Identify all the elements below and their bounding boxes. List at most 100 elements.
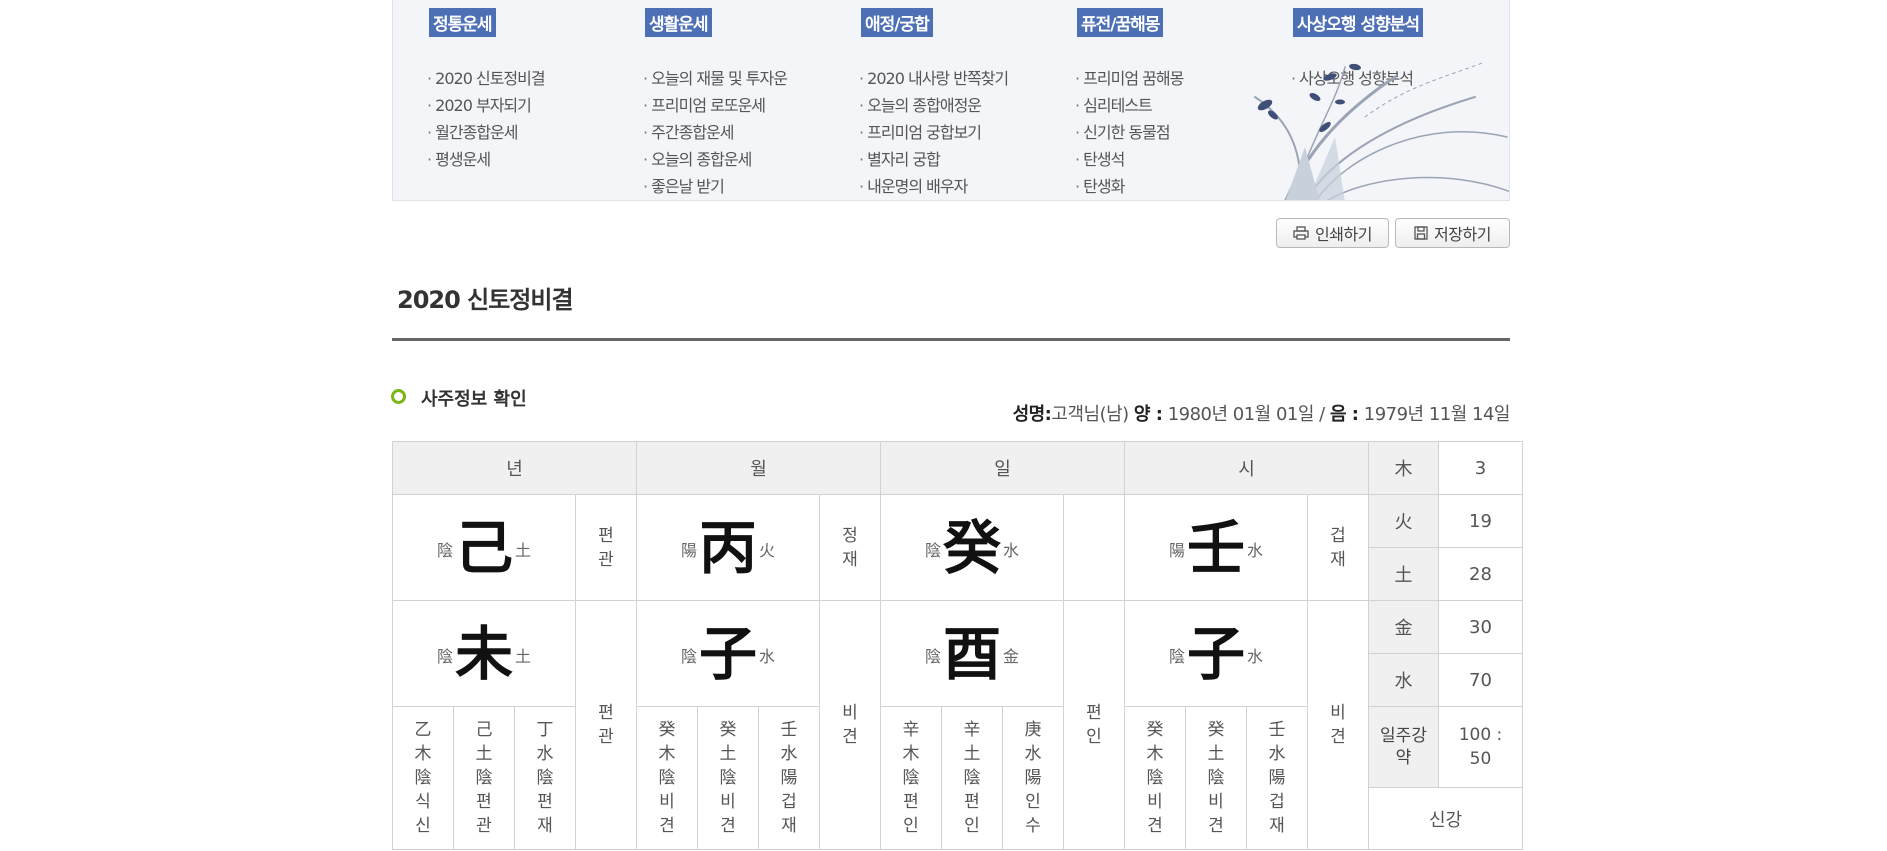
vertical-text: 정재 <box>842 525 858 570</box>
element: 水 <box>759 646 776 666</box>
yinyang: 陰 <box>924 540 941 560</box>
hidden-stem: 庚水陽인수 <box>1002 706 1064 850</box>
element-value: 30 <box>1438 600 1523 654</box>
hidden-stem: 己土陰편관 <box>453 706 515 850</box>
title-divider <box>392 338 1510 341</box>
print-label: 인쇄하기 <box>1315 225 1372 244</box>
menu-item[interactable]: 심리테스트 <box>1075 92 1183 119</box>
printer-icon <box>1293 226 1309 240</box>
menu-item[interactable]: 탄생화 <box>1075 173 1183 200</box>
element-value: 3 <box>1438 441 1523 495</box>
yinyang: 陰 <box>436 646 453 666</box>
menu-item[interactable]: 주간종합운세 <box>643 119 787 146</box>
menu-head[interactable]: 사상오행 성향분석 <box>1293 8 1424 37</box>
vertical-text: 壬水陽겁재 <box>1268 720 1286 836</box>
branch-hanja: 酉 <box>942 619 1001 688</box>
yinyang: 陰 <box>1168 646 1185 666</box>
menu-item[interactable]: 내운명의 배우자 <box>859 173 1008 200</box>
stem-hanja: 丙 <box>698 513 757 582</box>
menu-head[interactable]: 정통운세 <box>429 8 496 37</box>
header-day: 일 <box>880 441 1125 495</box>
vertical-text: 癸木陰비견 <box>1146 720 1164 836</box>
menu-item[interactable]: 월간종합운세 <box>427 119 545 146</box>
month-branch: 陰子水 <box>636 600 820 707</box>
vertical-text: 辛土陰편인 <box>963 720 981 836</box>
month-stem: 陽丙火 <box>636 494 820 601</box>
menu-item[interactable]: 2020 내사랑 반쪽찾기 <box>859 65 1009 92</box>
element-label: 金 <box>1368 600 1439 654</box>
hidden-stem: 癸土陰비견 <box>697 706 759 850</box>
day-branch: 陰酉金 <box>880 600 1064 707</box>
vertical-text: 丁水陰편재 <box>536 720 554 836</box>
lunar-date: 1979년 11월 14일 <box>1363 404 1511 425</box>
menu-head[interactable]: 퓨전/꿈해몽 <box>1077 8 1164 37</box>
element: 火 <box>759 540 776 560</box>
save-button[interactable]: 저장하기 <box>1395 218 1510 248</box>
yinyang: 陰 <box>924 646 941 666</box>
menu-head[interactable]: 애정/궁합 <box>861 8 933 37</box>
hidden-stem: 辛土陰편인 <box>941 706 1003 850</box>
element: 土 <box>515 646 532 666</box>
hidden-stem: 癸土陰비견 <box>1185 706 1247 850</box>
stem-hanja: 癸 <box>942 513 1001 582</box>
strength-cell: 일주강약 100 : 50 신강 <box>1368 706 1523 850</box>
element: 水 <box>1247 646 1264 666</box>
element-value: 28 <box>1438 547 1523 601</box>
yinyang: 陰 <box>680 646 697 666</box>
element-label: 木 <box>1368 441 1439 495</box>
vertical-text: 壬水陽겁재 <box>780 720 798 836</box>
menu-item[interactable]: 오늘의 재물 및 투자운 <box>643 65 788 92</box>
hidden-stem: 癸木陰비견 <box>636 706 698 850</box>
menu-column-fusion: 퓨전/꿈해몽 프리미엄 꿈해몽 심리테스트 신기한 동물점 탄생석 탄생화 <box>1075 0 1184 200</box>
branch-hanja: 未 <box>454 619 513 688</box>
menu-item[interactable]: 2020 부자되기 <box>427 92 545 119</box>
header-year: 년 <box>392 441 637 495</box>
stem-hanja: 壬 <box>1186 513 1245 582</box>
vertical-text: 편관 <box>598 703 614 747</box>
menu-item[interactable]: 2020 신토정비결 <box>427 65 545 92</box>
element-label: 水 <box>1368 653 1439 707</box>
menu-item[interactable]: 오늘의 종합애정운 <box>859 92 1008 119</box>
vertical-text: 비견 <box>842 703 858 747</box>
element: 土 <box>515 540 532 560</box>
month-stem-god: 정재 <box>819 494 881 601</box>
hour-branch-god: 비견 <box>1307 600 1369 850</box>
day-stem-god <box>1063 494 1125 601</box>
menu-item[interactable]: 프리미엄 로또운세 <box>643 92 787 119</box>
yinyang: 陽 <box>680 540 697 560</box>
hidden-stem: 丁水陰편재 <box>514 706 576 850</box>
menu-item[interactable]: 탄생석 <box>1075 146 1183 173</box>
person-info: 성명:고객님(남) 양 : 1980년 01월 01일 / 음 : 1979년 … <box>1013 400 1511 426</box>
vertical-text: 편인 <box>1086 703 1102 747</box>
hidden-stem: 乙木陰식신 <box>392 706 454 850</box>
vertical-text: 癸土陰비견 <box>719 720 737 836</box>
menu-item[interactable]: 오늘의 종합운세 <box>643 146 787 173</box>
print-button[interactable]: 인쇄하기 <box>1276 218 1389 248</box>
page-title: 2020 신토정비결 <box>397 286 574 314</box>
person-name: 고객님(남) <box>1051 404 1129 425</box>
year-branch: 陰未土 <box>392 600 576 707</box>
hour-branch: 陰子水 <box>1124 600 1308 707</box>
solar-label: 양 : <box>1133 404 1163 425</box>
year-branch-god: 편관 <box>575 600 637 850</box>
menu-head[interactable]: 생활운세 <box>645 8 712 37</box>
menu-item[interactable]: 프리미엄 꿈해몽 <box>1075 65 1184 92</box>
menu-item[interactable]: 평생운세 <box>427 146 545 173</box>
menu-item[interactable]: 프리미엄 궁합보기 <box>859 119 1008 146</box>
floppy-disk-icon <box>1414 226 1428 240</box>
element: 金 <box>1003 646 1020 666</box>
yinyang: 陽 <box>1168 540 1185 560</box>
menu-item[interactable]: 신기한 동물점 <box>1075 119 1183 146</box>
day-branch-god: 편인 <box>1063 600 1125 850</box>
vertical-text: 비견 <box>1330 703 1346 747</box>
vertical-text: 庚水陽인수 <box>1024 720 1042 836</box>
orchid-illustration <box>1254 61 1509 200</box>
element-label: 火 <box>1368 494 1439 548</box>
menu-item[interactable]: 좋은날 받기 <box>643 173 787 200</box>
year-stem-god: 편관 <box>575 494 637 601</box>
strength-value: 100 : 50 <box>1458 725 1503 769</box>
lunar-label: 음 : <box>1329 404 1359 425</box>
circle-bullet-icon <box>391 389 406 404</box>
save-label: 저장하기 <box>1434 225 1491 244</box>
menu-item[interactable]: 별자리 궁합 <box>859 146 1008 173</box>
